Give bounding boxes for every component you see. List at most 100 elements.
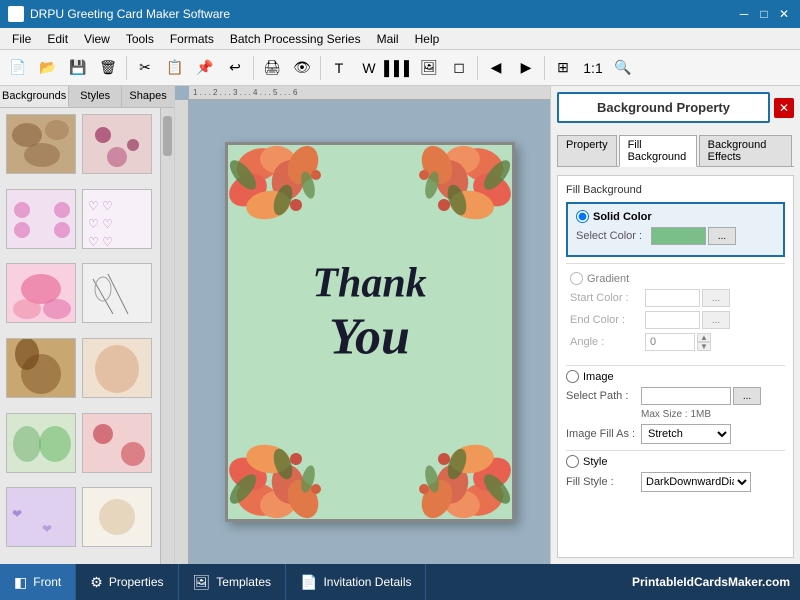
menu-view[interactable]: View [76,30,118,48]
forward-button[interactable]: ▶ [512,54,540,82]
open-button[interactable]: 📂 [34,54,62,82]
max-size-label: Max Size : 1MB [641,409,785,420]
style-section: Style Fill Style : DarkDownwardDiagona L… [566,455,785,492]
end-color-label: End Color : [570,314,645,326]
tab-property[interactable]: Property [557,135,617,166]
image-fill-as-label: Image Fill As : [566,428,641,440]
menu-help[interactable]: Help [407,30,448,48]
zoom-100-button[interactable]: 1:1 [579,54,607,82]
tab-backgrounds[interactable]: Backgrounds [0,86,69,107]
maximize-button[interactable]: □ [756,6,772,22]
panel-close-button[interactable]: ✕ [774,98,794,118]
sep3 [320,56,321,80]
bg-thumb-9[interactable] [6,413,76,473]
greeting-card[interactable]: Thank You [225,142,515,522]
menu-file[interactable]: File [4,30,39,48]
app-icon [8,6,24,22]
angle-input[interactable] [645,333,695,351]
delete-button[interactable]: 🗑 [94,54,122,82]
wordart-button[interactable]: W [355,54,383,82]
bottom-tab-properties[interactable]: ⚙ Properties [76,564,178,600]
zoom-in-button[interactable]: 🔍 [609,54,637,82]
zoom-fit-button[interactable]: ⊞ [549,54,577,82]
menu-batch[interactable]: Batch Processing Series [222,30,369,48]
print-button[interactable]: 🖨 [258,54,286,82]
start-color-row: Start Color : ... [570,289,781,307]
paste-button[interactable]: 📌 [191,54,219,82]
svg-text:♡ ♡: ♡ ♡ [88,199,113,213]
image-browse-btn[interactable]: ... [733,387,761,405]
menu-tools[interactable]: Tools [118,30,162,48]
preview-button[interactable]: 👁 [288,54,316,82]
image-section: Image Select Path : ... Max Size : 1MB I… [566,370,785,444]
bg-thumb-11[interactable]: ❤❤ [6,487,76,547]
new-button[interactable]: 📄 [4,54,32,82]
cut-button[interactable]: ✂ [131,54,159,82]
style-label: Style [583,456,607,468]
start-color-swatch[interactable] [645,289,700,307]
minimize-button[interactable]: ─ [736,6,752,22]
bg-thumb-3[interactable] [6,189,76,249]
card-container: Thank You [189,100,550,564]
shape-button[interactable]: ◻ [445,54,473,82]
fill-style-select[interactable]: DarkDownwardDiagona LightDownwardDiag [641,472,751,492]
bg-thumb-10[interactable] [82,413,152,473]
sidebar-scrollbar[interactable] [160,108,174,564]
panel-title-row: Background Property ✕ [557,92,794,129]
bottom-tab-front-label: Front [33,575,61,589]
solid-color-swatch[interactable] [651,227,706,245]
angle-spin-down[interactable]: ▼ [697,342,711,351]
background-grid: ♡ ♡ ♡ ♡ ♡ ♡ [0,108,160,564]
save-button[interactable]: 💾 [64,54,92,82]
close-button[interactable]: ✕ [776,6,792,22]
start-color-browse-btn[interactable]: ... [702,289,730,307]
text-button[interactable]: T [325,54,353,82]
svg-text:♡ ♡: ♡ ♡ [88,217,113,231]
bg-thumb-5[interactable] [6,263,76,323]
image-radio[interactable] [566,370,579,383]
undo-button[interactable]: ↩ [221,54,249,82]
bg-thumb-2[interactable] [82,114,152,174]
tab-bg-effects[interactable]: Background Effects [699,135,792,166]
svg-text:♡ ♡: ♡ ♡ [88,235,113,248]
bottom-tab-invitation[interactable]: 📄 Invitation Details [286,564,426,600]
card-you-text: You [312,308,426,367]
gradient-radio[interactable] [570,272,583,285]
tab-styles[interactable]: Styles [69,86,122,107]
copy-button[interactable]: 📋 [161,54,189,82]
select-path-label: Select Path : [566,390,641,402]
bg-thumb-6[interactable] [82,263,152,323]
end-color-browse-btn[interactable]: ... [702,311,730,329]
sidebar: Backgrounds Styles Shapes ♡ ♡ ♡ ♡ ♡ ♡ [0,86,175,564]
select-path-input[interactable] [641,387,731,405]
sidebar-tabs: Backgrounds Styles Shapes [0,86,174,108]
image-button[interactable]: 🖼 [415,54,443,82]
tab-fill-background[interactable]: Fill Background [619,135,697,167]
gradient-radio-row: Gradient [570,272,781,285]
bottom-tab-templates[interactable]: 🖼 Templates [179,564,286,600]
sep1 [126,56,127,80]
bg-thumb-7[interactable] [6,338,76,398]
solid-color-browse-btn[interactable]: ... [708,227,736,245]
solid-color-label: Solid Color [593,211,652,223]
image-fill-select[interactable]: Stretch Tile Center Fit [641,424,731,444]
start-color-label: Start Color : [570,292,645,304]
bg-thumb-4[interactable]: ♡ ♡ ♡ ♡ ♡ ♡ [82,189,152,249]
bg-thumb-8[interactable] [82,338,152,398]
menu-edit[interactable]: Edit [39,30,76,48]
tab-shapes[interactable]: Shapes [122,86,174,107]
angle-spin-up[interactable]: ▲ [697,333,711,342]
menu-mail[interactable]: Mail [369,30,407,48]
end-color-swatch[interactable] [645,311,700,329]
barcode-button[interactable]: ▌▌▌ [385,54,413,82]
bg-thumb-12[interactable] [82,487,152,547]
solid-color-box: Solid Color Select Color : ... [566,202,785,257]
solid-color-radio[interactable] [576,210,589,223]
style-radio[interactable] [566,455,579,468]
style-radio-row: Style [566,455,785,468]
bottom-tab-front[interactable]: ◧ Front [0,564,76,600]
menu-formats[interactable]: Formats [162,30,222,48]
canvas-area: 1 . . . 2 . . . 3 . . . 4 . . . 5 . . . … [175,86,550,564]
back-button[interactable]: ◀ [482,54,510,82]
bg-thumb-1[interactable] [6,114,76,174]
